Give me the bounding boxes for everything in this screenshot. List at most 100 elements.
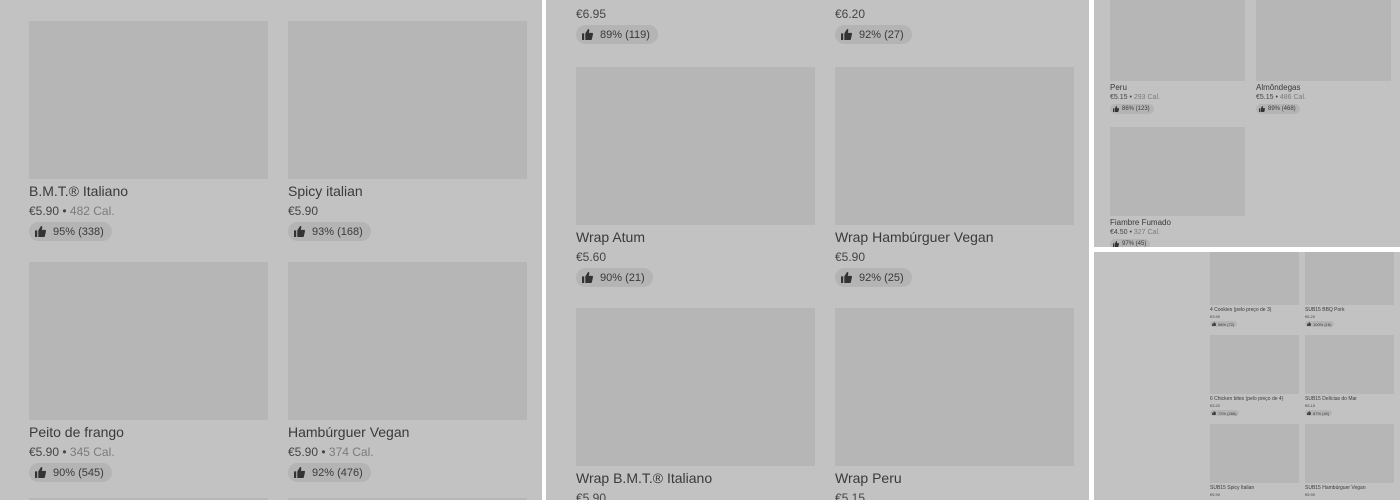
item-image (1305, 424, 1394, 483)
item-price: €6.95 (576, 7, 607, 21)
item-name: Spicy italian (288, 183, 363, 199)
item-image (288, 21, 527, 179)
item-price: €5.90 (288, 445, 319, 459)
rating-text: 86% (123) (1122, 106, 1150, 112)
thumbs-up-icon (1212, 322, 1216, 326)
rating-badge: 89% (119) (576, 25, 658, 44)
menu-panel-3: Peru €5.15 • 293 Cal. 86% (123) Almôndeg… (1094, 0, 1400, 247)
thumbs-up-icon (1113, 106, 1119, 112)
item-name: SUB15 Spicy Italian (1210, 485, 1255, 491)
item-price: €6.20 (1305, 314, 1316, 319)
item-price: €5.15 (1110, 94, 1128, 101)
menu-panel-1: B.M.T.® Italiano €5.90 • 482 Cal. 95% (3… (0, 0, 542, 500)
rating-text: 92% (25) (859, 271, 904, 284)
thumbs-up-icon (582, 272, 593, 283)
thumbs-up-icon (294, 467, 305, 478)
item-image (1210, 424, 1299, 483)
item-price: €4.50 (1110, 229, 1128, 236)
item-price: €5.90 (835, 250, 866, 264)
rating-badge: 92% (476) (288, 463, 371, 482)
item-image (576, 308, 815, 466)
item-image (1210, 335, 1299, 394)
rating-badge: 98% (72) (1210, 321, 1238, 327)
rating-badge: 93% (168) (288, 222, 371, 241)
rating-badge: 89% (468) (1256, 104, 1300, 114)
item-name: 4 Cookies (pelo preço de 3) (1210, 307, 1272, 313)
rating-badge: 92% (25) (835, 268, 912, 287)
item-image (288, 262, 527, 420)
item-name: Hambúrguer Vegan (288, 424, 410, 440)
item-image (1256, 0, 1391, 81)
item-name: Peru (1110, 83, 1127, 92)
item-calories: 345 Cal. (69, 445, 115, 459)
item-image (1210, 252, 1299, 305)
item-name: B.M.T.® Italiano (29, 183, 129, 199)
menu-panel-4: 4 Cookies (pelo preço de 3) €3.90 98% (7… (1094, 252, 1400, 500)
item-price: €5.90 (29, 445, 60, 459)
thumbs-up-icon (294, 226, 305, 237)
menu-panel-2: €6.95 89% (119) €6.20 92% (27) Wrap Atum… (546, 0, 1089, 500)
item-image (576, 67, 815, 225)
item-price: €5.90 (576, 491, 607, 500)
item-price-line: €5.15 • 293 Cal. (1110, 94, 1160, 101)
item-name: Wrap Atum (576, 229, 645, 245)
rating-badge: 90% (21) (576, 268, 653, 287)
rating-badge: 72% (286) (1210, 410, 1240, 416)
item-name: SUB15 Hambúrguer Vegan (1305, 485, 1366, 491)
item-price: €3.90 (1210, 314, 1221, 319)
item-name: Peito de frango (29, 424, 124, 440)
rating-text: 100% (16) (1313, 321, 1332, 327)
rating-badge: 90% (545) (29, 463, 112, 482)
rating-text: 92% (476) (312, 466, 363, 479)
item-price: €6.20 (835, 7, 866, 21)
item-name: SUB15 Delícias do Mar (1305, 396, 1357, 402)
rating-badge: 86% (123) (1110, 104, 1154, 114)
item-price-line: €4.50 • 327 Cal. (1110, 229, 1160, 236)
thumbs-up-icon (841, 272, 852, 283)
rating-badge: 97% (45) (1110, 239, 1151, 247)
item-calories: 293 Cal. (1133, 94, 1160, 101)
item-price-line: €5.90 • 374 Cal. (288, 445, 374, 459)
item-calories: 374 Cal. (328, 445, 374, 459)
thumbs-up-icon (1307, 322, 1311, 326)
rating-text: 92% (27) (859, 28, 904, 41)
rating-text: 89% (119) (600, 28, 650, 41)
item-price: €5.15 (835, 491, 866, 500)
item-image (29, 262, 268, 420)
item-image (1305, 252, 1394, 305)
rating-badge: 100% (16) (1305, 321, 1335, 327)
rating-text: 90% (21) (600, 271, 645, 284)
item-image (1110, 127, 1245, 216)
item-name: Fiambre Fumado (1110, 218, 1171, 227)
rating-text: 95% (338) (53, 225, 104, 238)
item-name: Almôndegas (1256, 83, 1301, 92)
thumbs-up-icon (35, 226, 46, 237)
rating-text: 87% (40) (1313, 410, 1330, 416)
item-calories: 482 Cal. (69, 204, 115, 218)
item-price: €5.90 (29, 204, 60, 218)
item-name: Wrap Hambúrguer Vegan (835, 229, 994, 245)
rating-text: 97% (45) (1122, 241, 1147, 247)
rating-text: 89% (468) (1268, 106, 1296, 112)
rating-badge: 87% (40) (1305, 410, 1333, 416)
item-name: SUB15 BBQ Pork (1305, 307, 1345, 313)
item-price: €5.90 (288, 204, 319, 218)
item-calories: 327 Cal. (1133, 229, 1160, 236)
rating-badge: 92% (27) (835, 25, 912, 44)
rating-text: 98% (72) (1218, 321, 1235, 327)
thumbs-up-icon (1307, 411, 1311, 415)
item-price: €5.90 (1305, 492, 1316, 497)
item-image (835, 67, 1074, 225)
thumbs-up-icon (1212, 411, 1216, 415)
item-image (1110, 0, 1245, 81)
item-price: €5.60 (576, 250, 607, 264)
item-name: Wrap B.M.T.® Italiano (576, 470, 713, 486)
rating-text: 93% (168) (312, 225, 363, 238)
item-name: 6 Chicken bites (pelo preço de 4) (1210, 396, 1284, 402)
item-price: €5.90 (1210, 492, 1221, 497)
item-price: €5.15 (1305, 403, 1316, 408)
rating-text: 90% (545) (53, 466, 104, 479)
thumbs-up-icon (1113, 241, 1119, 247)
item-price-line: €5.90 • 345 Cal. (29, 445, 115, 459)
thumbs-up-icon (841, 29, 852, 40)
